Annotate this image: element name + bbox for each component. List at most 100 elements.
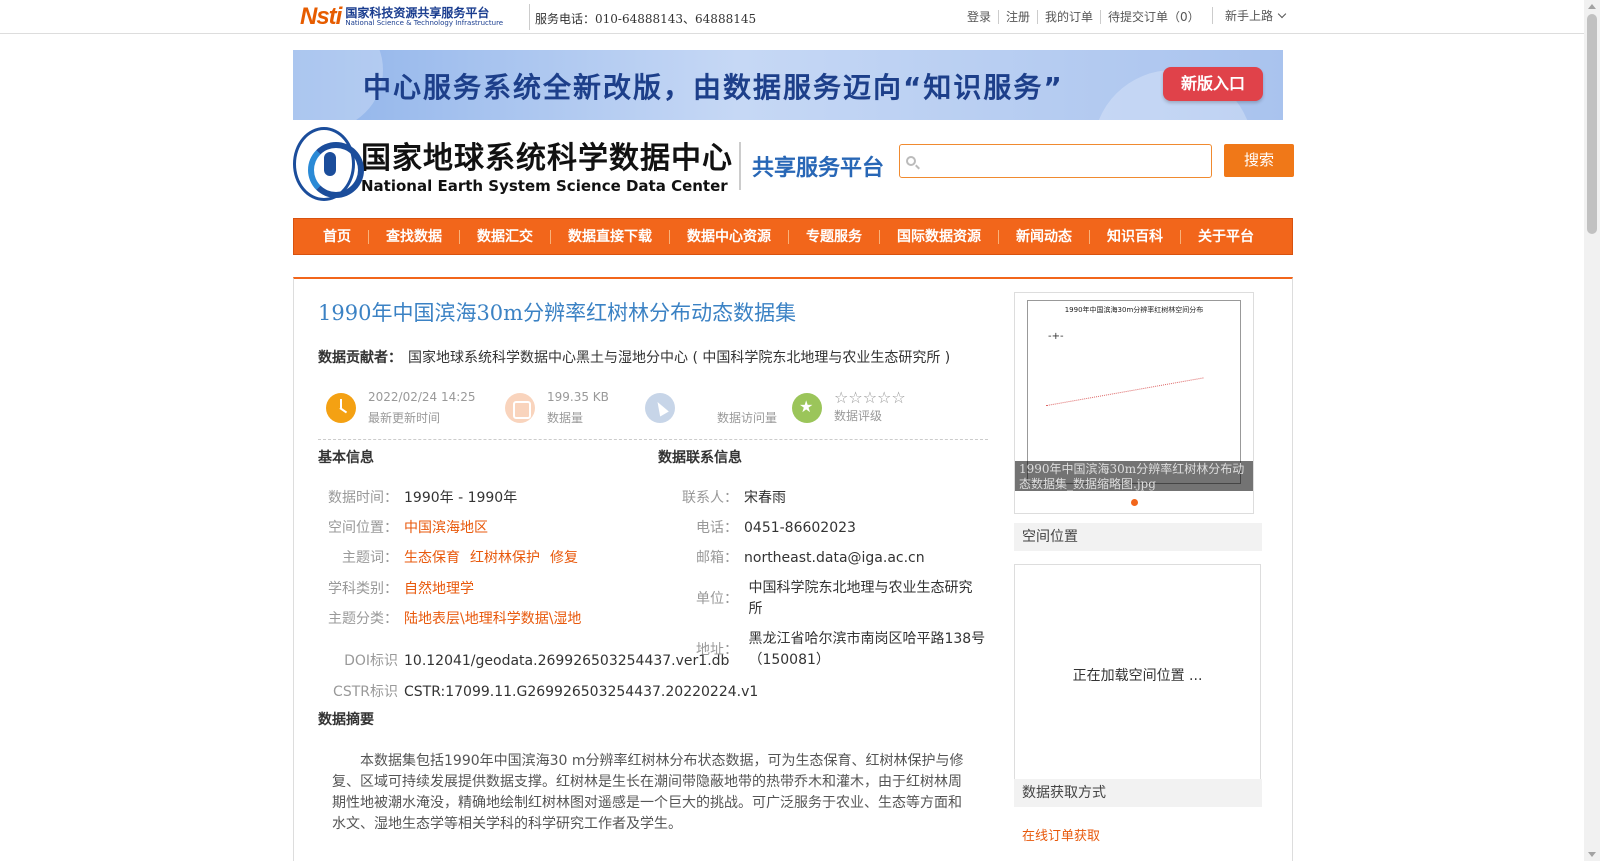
stat-visits-value	[717, 387, 777, 408]
info-row-discipline: 学科类别： 自然地理学	[318, 578, 474, 598]
location-link[interactable]: 中国滨海地区	[404, 520, 488, 536]
stat-size: 199.35 KB 数据量	[505, 385, 609, 431]
phone-value: 0451-86602023	[744, 520, 856, 536]
thumbnail-carousel[interactable]: 1990年中国滨海30m分辨率红树林空间分布 -+- 1990年中国滨海30m分…	[1014, 292, 1254, 514]
contact-row-person: 联系人： 宋春雨	[658, 487, 786, 507]
service-hotline: 服务电话：010-64888143、64888145	[535, 12, 757, 26]
nav-find-data[interactable]: 查找数据	[368, 229, 459, 244]
category-link[interactable]: 陆地表层\地理科学数据\湿地	[404, 611, 581, 627]
discipline-link[interactable]: 自然地理学	[404, 581, 474, 597]
search-button[interactable]: 搜索	[1224, 144, 1294, 177]
contact-row-phone: 电话： 0451-86602023	[658, 517, 856, 537]
keywords-label: 主题词：	[342, 550, 398, 566]
my-orders-link[interactable]: 我的订单	[1037, 10, 1100, 24]
thumbnail-caption: 1990年中国滨海30m分辨率红树林分布动态数据集_数据缩略图.jpg	[1015, 461, 1253, 491]
search-input[interactable]	[922, 149, 1207, 173]
doi-label: DOI标识	[344, 653, 398, 669]
cstr-value[interactable]: CSTR:17099.11.G269926503254437.20220224.…	[404, 684, 758, 700]
search-icon	[906, 156, 916, 166]
nav-international-resources[interactable]: 国际数据资源	[879, 229, 998, 244]
stat-visits: 数据访问量	[645, 385, 777, 431]
address-value: 黑龙江省哈尔滨市南岗区哈平路138号	[748, 631, 986, 647]
carousel-dot[interactable]	[1131, 499, 1138, 506]
basic-info-heading: 基本信息	[318, 450, 374, 466]
stat-rating-label: 数据评级	[834, 408, 883, 423]
info-row-keywords: 主题词： 生态保育 红树林保护 修复	[318, 547, 588, 567]
person-label: 联系人：	[682, 490, 738, 506]
nav-special-services[interactable]: 专题服务	[788, 229, 879, 244]
nsti-logo-mark: Nsti	[300, 3, 342, 30]
clock-icon	[326, 393, 356, 423]
stat-rating: ☆☆☆☆☆ 数据评级	[792, 385, 906, 431]
contact-info-heading: 数据联系信息	[658, 450, 742, 466]
cursor-icon	[645, 393, 675, 423]
address-value: （150081）	[748, 652, 830, 668]
top-bar: Nsti 国家科技资源共享服务平台 National Science & Tec…	[0, 0, 1584, 34]
keyword-link[interactable]: 修复	[550, 550, 578, 566]
nav-knowledge-wiki[interactable]: 知识百科	[1089, 229, 1180, 244]
thumbnail-image[interactable]: 1990年中国滨海30m分辨率红树林空间分布 -+-	[1027, 300, 1241, 484]
contributor-label: 数据贡献者：	[318, 350, 402, 366]
info-row-category: 主题分类： 陆地表层\地理科学数据\湿地	[318, 608, 581, 628]
contributor-value: 国家地球系统科学数据中心黑土与湿地分中心 ( 中国科学院东北地理与农业生态研究所…	[408, 350, 951, 366]
star-icon	[792, 393, 822, 423]
platform-title: 共享服务平台	[752, 156, 885, 181]
category-label: 主题分类：	[328, 611, 398, 627]
stat-size-value: 199.35 KB	[547, 390, 609, 404]
nsti-logo-en: National Science & Technology Infrastruc…	[345, 18, 504, 27]
center-logo[interactable]: 国家地球系统科学数据中心 National Earth System Scien…	[293, 126, 733, 202]
nav-about[interactable]: 关于平台	[1180, 229, 1271, 244]
person-value: 宋春雨	[744, 490, 786, 506]
stat-updated-label: 最新更新时间	[368, 411, 441, 425]
abstract-text: 本数据集包括1990年中国滨海30 m分辨率红树林分布状态数据，可为生态保育、红…	[332, 753, 964, 832]
banner-text: 中心服务系统全新改版，由数据服务迈向“知识服务”	[363, 71, 1064, 104]
login-link[interactable]: 登录	[960, 10, 998, 24]
nav-direct-download[interactable]: 数据直接下载	[550, 229, 669, 244]
keyword-link[interactable]: 生态保育	[404, 550, 460, 566]
location-label: 空间位置：	[328, 520, 398, 536]
scrollbar-thumb[interactable]	[1587, 14, 1597, 234]
keyword-link[interactable]: 红树林保护	[470, 550, 540, 566]
time-value: 1990年 - 1990年	[404, 490, 518, 506]
chevron-down-icon	[1277, 9, 1287, 19]
cstr-label: CSTR标识	[333, 684, 398, 700]
contact-row-org: 单位： 中国科学院东北地理与农业生态研究所	[658, 578, 972, 620]
scroll-down-arrow-icon[interactable]	[1588, 852, 1596, 857]
dataset-title: 1990年中国滨海30m分辨率红树林分布动态数据集	[318, 301, 797, 325]
spatial-map[interactable]: 正在加载空间位置 ...	[1014, 564, 1261, 786]
spatial-heading: 空间位置	[1014, 523, 1262, 551]
org-value: 中国科学院东北地理与农业生态研究	[748, 580, 973, 596]
nav-home[interactable]: 首页	[306, 230, 368, 244]
pending-orders-link[interactable]: 待提交订单（0）	[1100, 10, 1207, 24]
dataset-panel: 1990年中国滨海30m分辨率红树林分布动态数据集 数据贡献者： 国家地球系统科学…	[293, 277, 1293, 861]
nav-data-submission[interactable]: 数据汇交	[459, 229, 550, 244]
beginner-guide-dropdown[interactable]: 新手上路	[1212, 7, 1287, 24]
org-label: 单位：	[696, 591, 738, 607]
nsti-logo[interactable]: Nsti 国家科技资源共享服务平台 National Science & Tec…	[300, 2, 522, 32]
main-nav: 首页 查找数据 数据汇交 数据直接下载 数据中心资源 专题服务 国际数据资源 新…	[293, 218, 1293, 255]
promo-banner[interactable]: 中心服务系统全新改版，由数据服务迈向“知识服务” 新版入口	[293, 50, 1283, 120]
stat-updated-value: 2022/02/24 14:25	[368, 390, 476, 404]
nav-center-resources[interactable]: 数据中心资源	[669, 229, 788, 244]
nav-news[interactable]: 新闻动态	[998, 229, 1089, 244]
contact-row-email: 邮箱： northeast.data@iga.ac.cn	[658, 547, 925, 567]
info-row-time: 数据时间： 1990年 - 1990年	[318, 487, 517, 507]
dataset-stats: 2022/02/24 14:25 最新更新时间 199.35 KB 数据量 数据访问…	[318, 385, 988, 440]
scroll-up-arrow-icon[interactable]	[1588, 4, 1596, 9]
search-box	[899, 144, 1212, 178]
contact-row-address: 地址： 黑龙江省哈尔滨市南岗区哈平路138号 （150081）	[658, 629, 985, 671]
email-label: 邮箱：	[696, 550, 738, 566]
email-value[interactable]: northeast.data@iga.ac.cn	[744, 550, 925, 566]
address-label: 地址：	[696, 642, 738, 658]
new-version-button[interactable]: 新版入口	[1163, 67, 1263, 101]
rating-stars[interactable]: ☆☆☆☆☆	[834, 389, 906, 406]
online-order-link[interactable]: 在线订单获取	[1022, 825, 1100, 844]
stat-visits-label: 数据访问量	[717, 411, 778, 425]
register-link[interactable]: 注册	[998, 10, 1037, 24]
info-row-location: 空间位置： 中国滨海地区	[318, 517, 488, 537]
phone-label: 电话：	[696, 520, 738, 536]
scrollbar[interactable]	[1584, 0, 1600, 861]
abstract-heading: 数据摘要	[318, 712, 374, 728]
center-seal-icon	[293, 127, 364, 201]
contributor: 数据贡献者： 国家地球系统科学数据中心黑土与湿地分中心 ( 中国科学院东北地理与农…	[318, 347, 950, 367]
